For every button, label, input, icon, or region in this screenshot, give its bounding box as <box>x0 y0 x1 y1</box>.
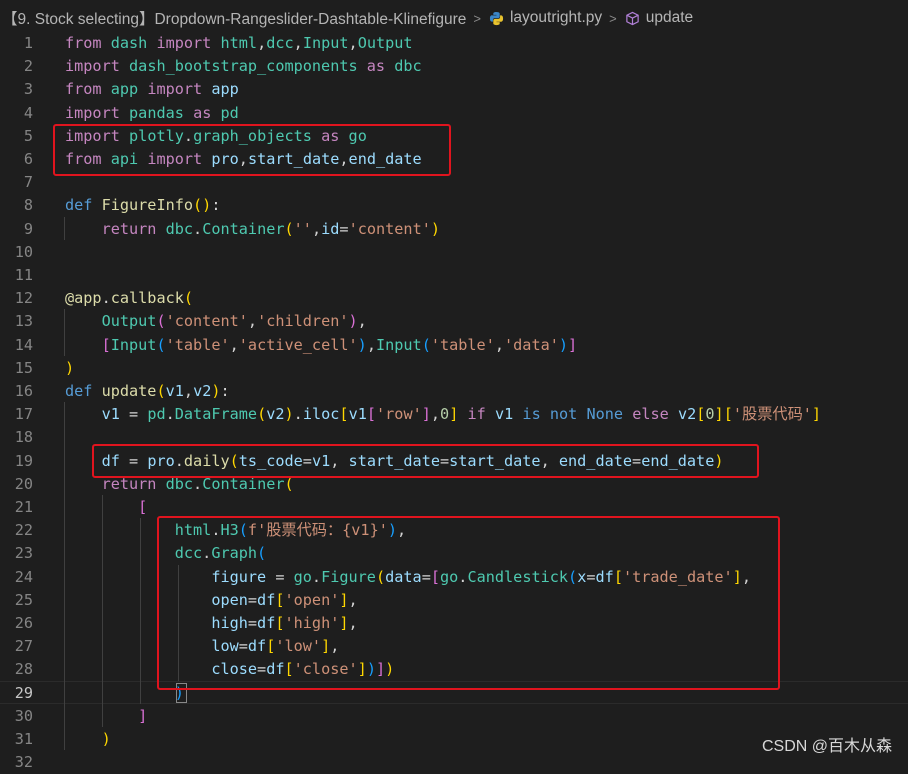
line-number: 5 <box>23 126 33 145</box>
line-number: 10 <box>14 242 33 261</box>
line-number: 11 <box>14 266 33 284</box>
python-file-icon <box>489 11 504 26</box>
watermark: CSDN @百木从森 <box>761 738 892 755</box>
code-line-26[interactable]: high=df['high'], <box>65 612 357 635</box>
code-line-21[interactable]: [ <box>65 496 147 519</box>
line-number: 15 <box>14 358 33 377</box>
code-line-29[interactable]: ) <box>65 682 184 705</box>
line-number: 24 <box>14 567 33 586</box>
line-number: 1 <box>23 34 33 52</box>
line-number: 29 <box>14 683 33 702</box>
line-number: 17 <box>14 405 33 424</box>
code-line-23[interactable]: dcc.Graph( <box>65 542 266 565</box>
code-line-25[interactable]: open=df['open'], <box>65 589 357 612</box>
line-number: 22 <box>14 521 33 540</box>
line-number: 8 <box>23 196 33 215</box>
line-number: 6 <box>23 150 33 168</box>
line-number: 2 <box>23 57 33 76</box>
line-number: 12 <box>14 289 33 308</box>
code-line-28[interactable]: close=df['close'])]) <box>65 658 394 681</box>
code-line-9[interactable]: return dbc.Container('',id='content') <box>65 218 440 241</box>
line-number: 16 <box>14 382 33 400</box>
line-number: 13 <box>14 312 33 331</box>
line-number: 32 <box>14 753 33 772</box>
line-number: 4 <box>23 103 33 122</box>
string-literal: '股票代码' <box>732 405 812 424</box>
code-line-15[interactable]: ) <box>65 357 74 380</box>
breadcrumb-symbol[interactable]: update <box>646 9 693 27</box>
code-line-8[interactable]: def FigureInfo(): <box>65 194 220 217</box>
line-number: 3 <box>23 80 33 99</box>
code-line-19[interactable]: df = pro.daily(ts_code=v1, start_date=st… <box>65 450 724 473</box>
line-number: 18 <box>14 428 33 447</box>
line-number: 26 <box>14 614 33 632</box>
line-number: 21 <box>14 498 33 516</box>
code-line-17[interactable]: v1 = pd.DataFrame(v2).iloc[v1['row'],0] … <box>65 403 821 426</box>
line-number: 31 <box>14 730 33 748</box>
line-number: 19 <box>14 451 33 470</box>
code-line-16[interactable]: def update(v1,v2): <box>65 380 230 403</box>
code-line-30[interactable]: ] <box>65 705 147 728</box>
line-number: 25 <box>14 590 33 609</box>
code-line-3[interactable]: from app import app <box>65 78 239 101</box>
line-number: 20 <box>14 474 33 493</box>
line-number: 28 <box>14 660 33 679</box>
string-literal: f'股票代码：{v1}' <box>247 521 388 540</box>
code-editor[interactable]: 1 from dash import html,dcc,Input,Output … <box>0 32 908 771</box>
breadcrumb-folder[interactable]: 【9. Stock selecting】Dropdown-Rangeslider… <box>2 7 466 29</box>
bracket-match-box <box>176 683 187 703</box>
line-number: 7 <box>23 173 33 192</box>
code-line-14[interactable]: [Input('table','active_cell'),Input('tab… <box>65 334 578 357</box>
code-line-22[interactable]: html.H3(f'股票代码：{v1}'), <box>65 519 406 542</box>
code-line-12[interactable]: @app.callback( <box>65 287 193 310</box>
line-number: 27 <box>14 637 33 656</box>
chevron-right-icon: > <box>609 10 617 26</box>
chevron-right-icon: > <box>473 10 481 26</box>
code-line-4[interactable]: import pandas as pd <box>65 102 239 125</box>
code-line-2[interactable]: import dash_bootstrap_components as dbc <box>65 55 422 78</box>
line-number: 23 <box>14 544 33 563</box>
code-line-31[interactable]: ) <box>65 728 111 751</box>
code-line-20[interactable]: return dbc.Container( <box>65 473 294 496</box>
breadcrumb-file[interactable]: layoutright.py <box>510 9 602 27</box>
code-line-13[interactable]: Output('content','children'), <box>65 310 367 333</box>
line-number: 9 <box>23 219 33 238</box>
code-line-1[interactable]: from dash import html,dcc,Input,Output <box>65 32 413 55</box>
breadcrumb: 【9. Stock selecting】Dropdown-Rangeslider… <box>0 0 908 36</box>
line-number: 30 <box>14 706 33 725</box>
code-line-5[interactable]: import plotly.graph_objects as go <box>65 125 367 148</box>
code-line-27[interactable]: low=df['low'], <box>65 635 339 658</box>
code-line-24[interactable]: figure = go.Figure(data=[go.Candlestick(… <box>65 566 751 589</box>
cube-symbol-icon <box>625 11 640 26</box>
code-line-6[interactable]: from api import pro,start_date,end_date <box>65 148 422 171</box>
line-number: 14 <box>14 335 33 354</box>
